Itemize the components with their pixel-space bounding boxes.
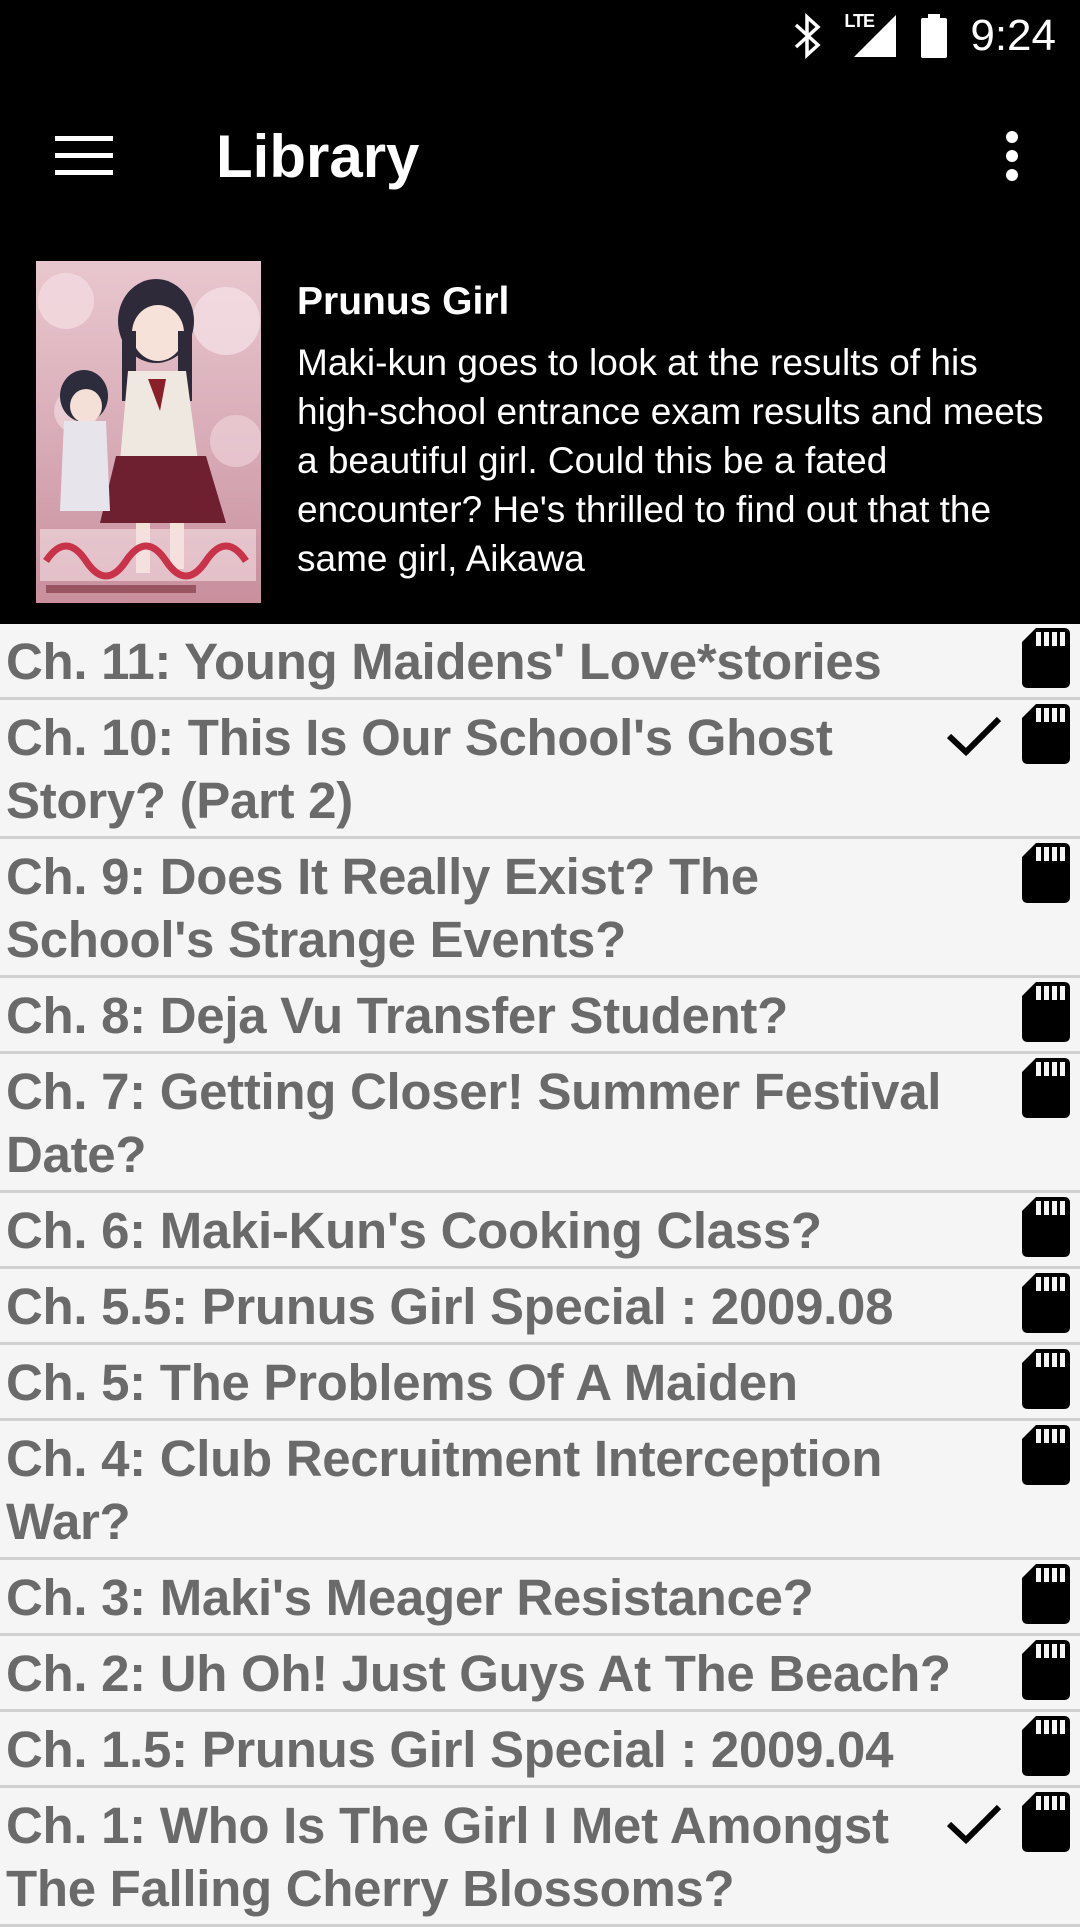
chapter-row[interactable]: Ch. 8: Deja Vu Transfer Student? <box>0 978 1080 1054</box>
sd-card-downloaded-icon[interactable] <box>1022 1058 1070 1118</box>
read-checkmark-icon <box>946 1804 1002 1845</box>
chapter-title: Ch. 10: This Is Our School's Ghost Story… <box>6 709 833 829</box>
chapter-title: Ch. 1: Who Is The Girl I Met Amongst The… <box>6 1797 889 1917</box>
overflow-menu-button[interactable] <box>972 116 1052 196</box>
sd-card-downloaded-icon[interactable] <box>1022 1564 1070 1624</box>
navigation-drawer-button[interactable] <box>40 116 128 196</box>
chapter-row[interactable]: Ch. 4: Club Recruitment Interception War… <box>0 1421 1080 1560</box>
chapter-title: Ch. 4: Club Recruitment Interception War… <box>6 1430 883 1550</box>
chapter-title: Ch. 11: Young Maidens' Love*stories <box>6 633 882 690</box>
status-bar: LTE 9:24 <box>0 0 1080 72</box>
sd-card-downloaded-icon[interactable] <box>1022 982 1070 1042</box>
chapter-row[interactable]: Ch. 10: This Is Our School's Ghost Story… <box>0 700 1080 839</box>
chapter-title: Ch. 8: Deja Vu Transfer Student? <box>6 987 788 1044</box>
sd-card-downloaded-icon[interactable] <box>1022 1716 1070 1776</box>
chapter-title: Ch. 1.5: Prunus Girl Special : 2009.04 <box>6 1721 894 1778</box>
manga-description[interactable]: Maki-kun goes to look at the results of … <box>297 338 1057 583</box>
sd-card-downloaded-icon[interactable] <box>1022 1349 1070 1409</box>
chapter-list: Ch. 11: Young Maidens' Love*stories Ch. 1… <box>0 624 1080 1927</box>
chapter-row[interactable]: Ch. 3: Maki's Meager Resistance? <box>0 1560 1080 1636</box>
chapter-row[interactable]: Ch. 7: Getting Closer! Summer Festival D… <box>0 1054 1080 1193</box>
chapter-row[interactable]: Ch. 5.5: Prunus Girl Special : 2009.08 <box>0 1269 1080 1345</box>
chapter-row[interactable]: Ch. 9: Does It Really Exist? The School'… <box>0 839 1080 978</box>
chapter-title: Ch. 2: Uh Oh! Just Guys At The Beach? <box>6 1645 951 1702</box>
hamburger-menu-icon <box>55 136 113 175</box>
manga-cover-image[interactable] <box>36 261 261 603</box>
chapter-title: Ch. 3: Maki's Meager Resistance? <box>6 1569 814 1626</box>
chapter-title: Ch. 5.5: Prunus Girl Special : 2009.08 <box>6 1278 894 1335</box>
overflow-menu-icon <box>1006 131 1018 181</box>
chapter-title: Ch. 7: Getting Closer! Summer Festival D… <box>6 1063 942 1183</box>
page-title: Library <box>216 123 420 190</box>
chapter-row[interactable]: Ch. 1.5: Prunus Girl Special : 2009.04 <box>0 1712 1080 1788</box>
chapter-row[interactable]: Ch. 5: The Problems Of A Maiden <box>0 1345 1080 1421</box>
signal-icon: LTE <box>844 11 898 59</box>
app-bar: Library <box>0 72 1080 240</box>
chapter-row[interactable]: Ch. 2: Uh Oh! Just Guys At The Beach? <box>0 1636 1080 1712</box>
battery-icon <box>921 14 948 58</box>
chapter-row[interactable]: Ch. 6: Maki-Kun's Cooking Class? <box>0 1193 1080 1269</box>
manga-header: Prunus Girl Maki-kun goes to look at the… <box>0 240 1080 624</box>
sd-card-downloaded-icon[interactable] <box>1022 1425 1070 1485</box>
status-time: 9:24 <box>970 11 1056 60</box>
chapter-row[interactable]: Ch. 1: Who Is The Girl I Met Amongst The… <box>0 1788 1080 1927</box>
status-icons: LTE 9:24 <box>792 0 1056 72</box>
sd-card-downloaded-icon[interactable] <box>1022 1197 1070 1257</box>
sd-card-downloaded-icon[interactable] <box>1022 1273 1070 1333</box>
sd-card-downloaded-icon[interactable] <box>1022 1792 1070 1852</box>
network-type-label: LTE <box>844 11 875 31</box>
sd-card-downloaded-icon[interactable] <box>1022 1640 1070 1700</box>
sd-card-downloaded-icon[interactable] <box>1022 628 1070 688</box>
manga-title: Prunus Girl <box>297 280 510 323</box>
sd-card-downloaded-icon[interactable] <box>1022 704 1070 764</box>
chapter-row[interactable]: Ch. 11: Young Maidens' Love*stories <box>0 624 1080 700</box>
sd-card-downloaded-icon[interactable] <box>1022 843 1070 903</box>
chapter-title: Ch. 6: Maki-Kun's Cooking Class? <box>6 1202 822 1259</box>
chapter-title: Ch. 9: Does It Really Exist? The School'… <box>6 848 759 968</box>
read-checkmark-icon <box>946 716 1002 757</box>
bluetooth-icon <box>795 13 821 59</box>
chapter-title: Ch. 5: The Problems Of A Maiden <box>6 1354 798 1411</box>
